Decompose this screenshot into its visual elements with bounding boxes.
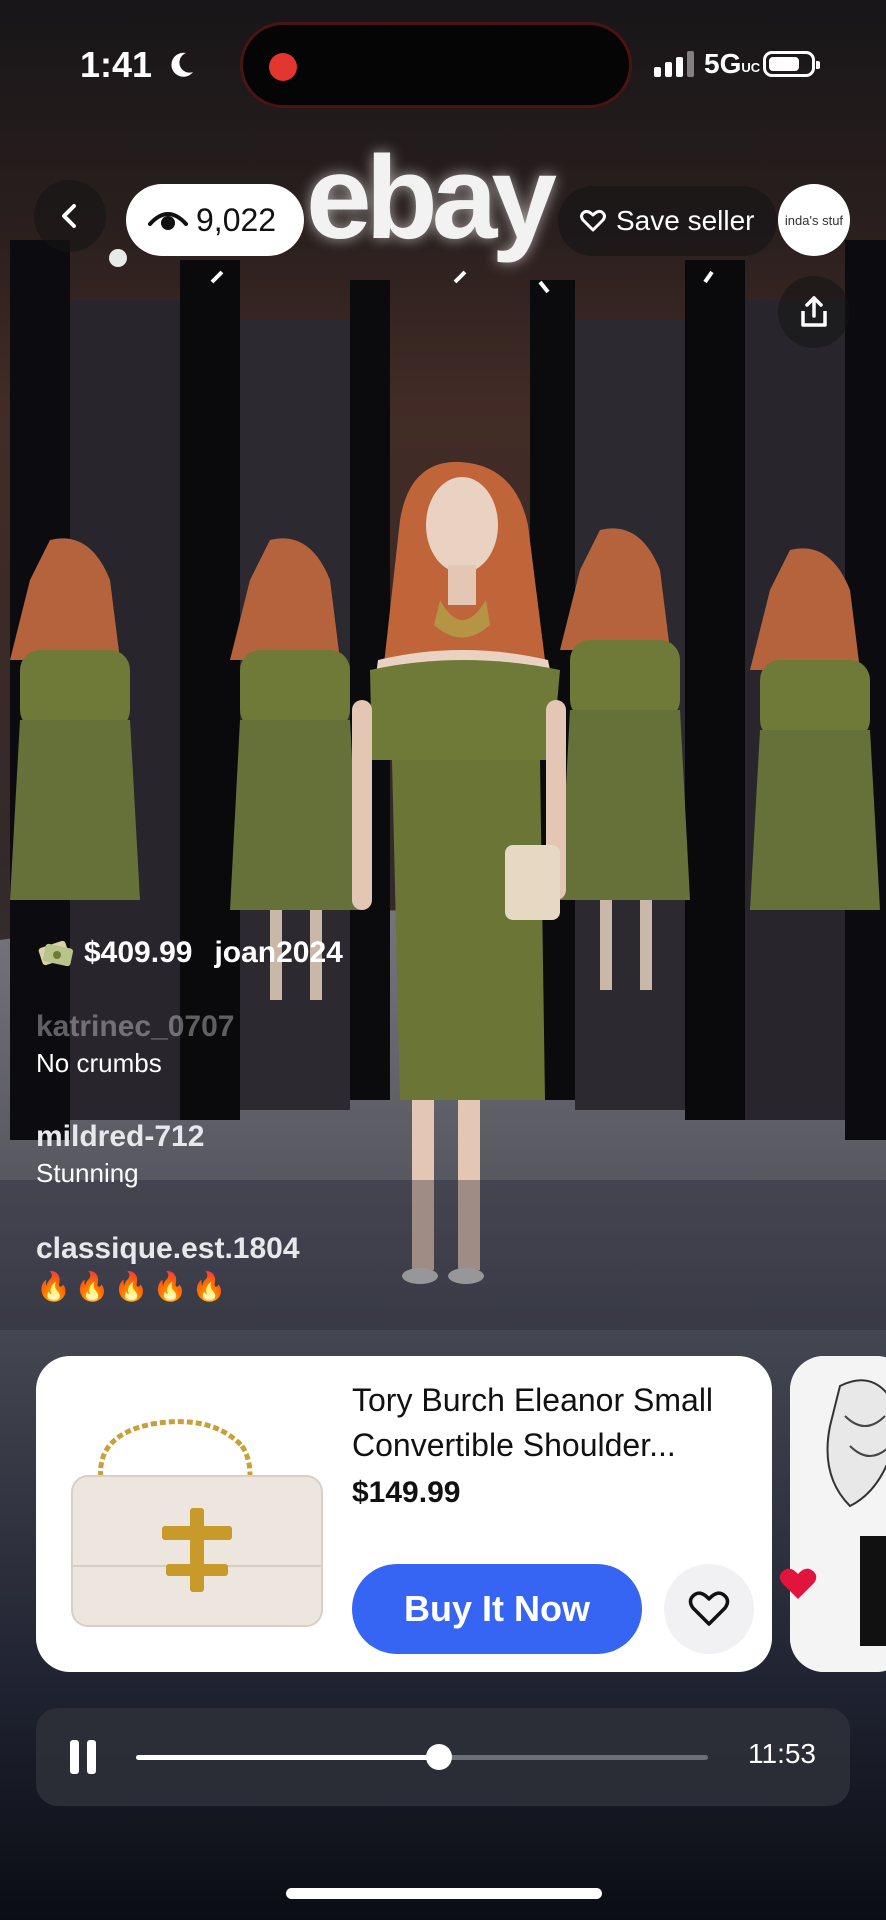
progress-fill bbox=[136, 1755, 440, 1760]
save-seller-label: Save seller bbox=[616, 205, 755, 236]
next-product-image bbox=[790, 1356, 886, 1672]
viewer-count: 9,022 bbox=[196, 201, 277, 238]
seller-avatar[interactable]: inda's stuf bbox=[778, 184, 850, 256]
dynamic-island bbox=[240, 22, 632, 108]
share-icon bbox=[801, 296, 827, 327]
pause-icon-bar bbox=[87, 1740, 96, 1774]
network-label: 5G bbox=[704, 48, 742, 79]
heart-outline-icon bbox=[580, 209, 606, 232]
status-time: 1:41 bbox=[80, 44, 196, 86]
ebay-logo: ebay bbox=[306, 132, 557, 264]
watch-button[interactable] bbox=[664, 1564, 754, 1654]
product-title[interactable]: Tory Burch Eleanor Small Convertible Sho… bbox=[352, 1378, 752, 1468]
chat-username: classique.est.1804 bbox=[36, 1232, 300, 1265]
product-price: $149.99 bbox=[352, 1476, 461, 1509]
chat-text: 🔥🔥🔥🔥🔥 bbox=[36, 1271, 231, 1302]
chat-message: classique.est.1804 🔥🔥🔥🔥🔥 bbox=[36, 1232, 300, 1303]
moon-icon bbox=[171, 52, 194, 77]
clock-text: 1:41 bbox=[80, 44, 153, 85]
network-sub-label: UC bbox=[741, 60, 761, 75]
chat-text: No crumbs bbox=[36, 1048, 162, 1078]
chat-username: katrinec_0707 bbox=[36, 1010, 235, 1043]
viewer-count-pill[interactable]: 9,022 bbox=[126, 184, 305, 256]
progress-scrubber[interactable] bbox=[426, 1744, 453, 1770]
time-remaining: 11:53 bbox=[748, 1738, 816, 1769]
heart-outline-icon bbox=[688, 1591, 730, 1626]
chat-username: mildred-712 bbox=[36, 1120, 205, 1153]
money-icon bbox=[38, 940, 74, 967]
chat-text: Stunning bbox=[36, 1158, 139, 1188]
bid-amount: $409.99 bbox=[84, 936, 193, 969]
product-image bbox=[71, 1419, 323, 1627]
share-button[interactable] bbox=[778, 276, 850, 348]
pause-button[interactable] bbox=[70, 1740, 96, 1774]
save-seller-button[interactable]: Save seller bbox=[558, 186, 777, 256]
eye-icon bbox=[148, 212, 188, 230]
recording-indicator-icon bbox=[269, 53, 297, 81]
pause-icon-bar bbox=[70, 1740, 79, 1774]
buy-it-now-button[interactable]: Buy It Now bbox=[352, 1564, 642, 1654]
live-stream-screen: 1:41 5GUC 9,022 ebay Save seller inda's … bbox=[0, 0, 886, 1920]
seller-avatar-text: inda's stuf bbox=[784, 212, 844, 228]
status-indicators: 5GUC bbox=[654, 48, 821, 80]
chat-message: mildred-712 Stunning bbox=[36, 1120, 204, 1189]
network-type: 5GUC bbox=[704, 48, 761, 80]
signal-icon bbox=[654, 51, 694, 77]
bid-user: joan2024 bbox=[214, 936, 343, 969]
chevron-left-icon bbox=[62, 204, 76, 228]
home-indicator[interactable] bbox=[286, 1888, 602, 1899]
product-card[interactable]: Tory Burch Eleanor Small Convertible Sho… bbox=[36, 1356, 772, 1672]
next-product-card[interactable] bbox=[790, 1356, 886, 1672]
battery-icon bbox=[763, 51, 821, 77]
bid-notification: $409.99 joan2024 bbox=[36, 936, 343, 970]
progress-track[interactable] bbox=[136, 1744, 708, 1770]
heart-reaction-icon bbox=[779, 1568, 817, 1599]
back-button[interactable] bbox=[34, 180, 106, 252]
chat-message: katrinec_0707 No crumbs bbox=[36, 1010, 235, 1079]
video-player-bar: 11:53 bbox=[36, 1708, 850, 1806]
